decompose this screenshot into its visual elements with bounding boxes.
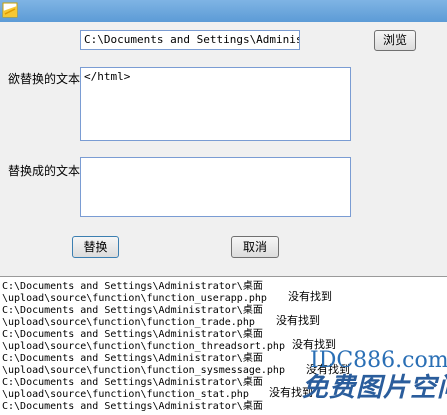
log-line: \upload\source\function\function_sysmess… [2,365,285,376]
replace-text-label: 替换成的文本 [8,164,81,178]
find-text-label: 欲替换的文本 [8,72,81,86]
log-line: \upload\source\function\function_stat.ph… [2,389,249,400]
note-icon [2,2,18,18]
title-bar[interactable] [0,0,447,22]
find-textarea[interactable]: </html> [80,67,351,141]
not-found-status: 没有找到 [276,314,320,327]
log-line: C:\Documents and Settings\Administrator\… [2,305,263,316]
log-line: C:\Documents and Settings\Administrator\… [2,329,263,340]
browse-button[interactable]: 浏览 [374,30,416,51]
log-line: C:\Documents and Settings\Administrator\… [2,353,263,364]
log-line: C:\Documents and Settings\Administrator\… [2,401,263,412]
not-found-status: 没有找到 [288,290,332,303]
log-line: C:\Documents and Settings\Administrator\… [2,281,263,292]
cancel-button[interactable]: 取消 [231,236,279,258]
path-field[interactable]: C:\Documents and Settings\Administrat [80,30,300,50]
watermark-tagline: 免费图片空间 [302,373,447,403]
log-line: \upload\source\function\function_trade.p… [2,317,255,328]
replace-button[interactable]: 替换 [72,236,119,258]
log-line: \upload\source\function\function_userapp… [2,293,267,304]
log-line: \upload\source\function\function_threads… [2,341,285,352]
watermark-domain: IDC886.com [310,348,447,373]
log-line: C:\Documents and Settings\Administrator\… [2,377,263,388]
replace-textarea[interactable] [80,157,351,217]
